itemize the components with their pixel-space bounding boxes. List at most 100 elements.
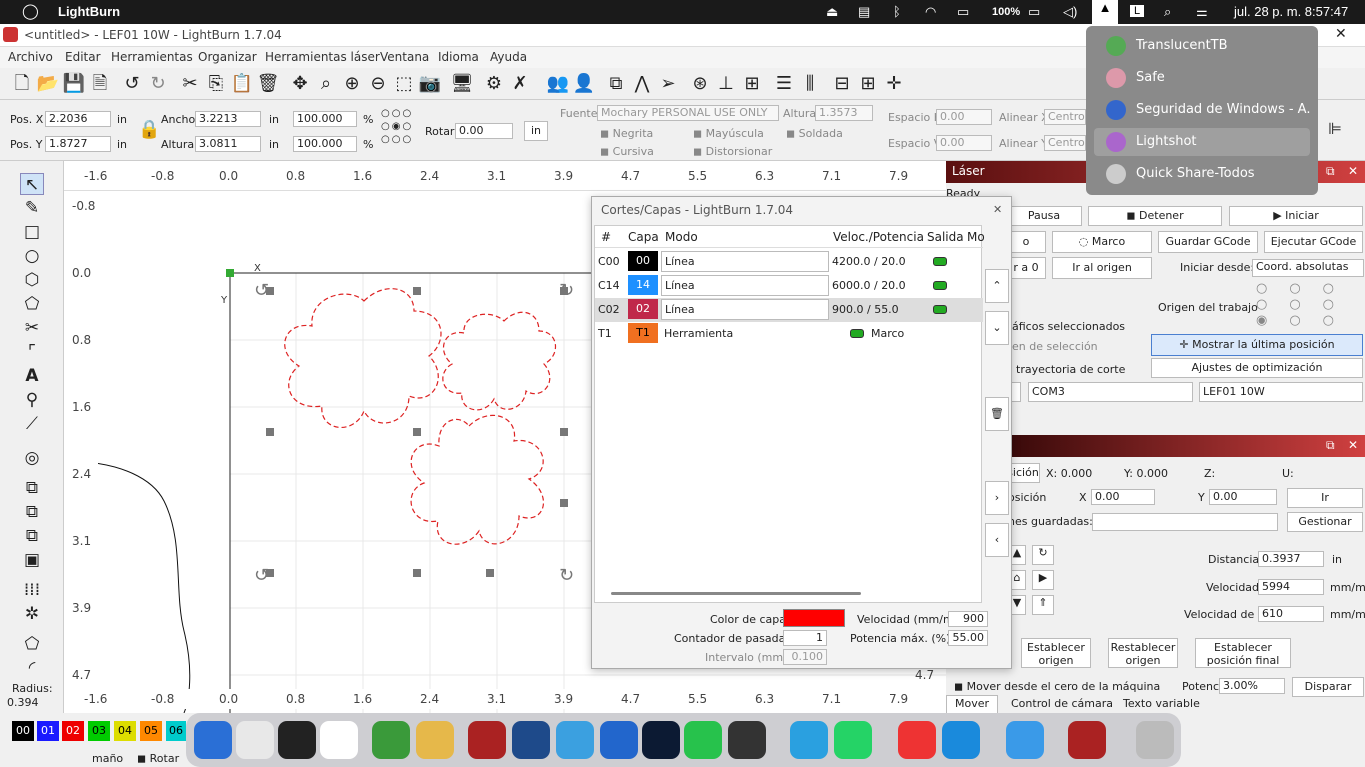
app-draw-icon[interactable] xyxy=(684,721,722,759)
frame-rect-button[interactable]: o xyxy=(1006,231,1046,253)
mode-select[interactable]: Línea xyxy=(661,251,829,272)
close-icon[interactable]: ✕ xyxy=(1348,164,1358,178)
control-center-icon[interactable]: ⚌ xyxy=(1196,4,1208,20)
move-down-icon[interactable]: ⌄ xyxy=(985,311,1009,345)
text-tool-icon[interactable]: A xyxy=(20,365,44,387)
max-power-field[interactable]: 55.00 xyxy=(948,630,988,646)
table-row[interactable]: C14 14 Línea 6000.0 / 20.0 xyxy=(595,274,983,298)
job-origin-grid[interactable]: ○○○ ○○○ ◉○○ xyxy=(1256,281,1365,329)
menu-ayuda[interactable]: Ayuda xyxy=(490,50,527,64)
unit-toggle-button[interactable]: in xyxy=(524,121,548,141)
radius-field[interactable]: 0.394 xyxy=(4,696,58,712)
jog-home-refresh-icon[interactable]: ↻ xyxy=(1032,545,1054,565)
app-green-icon[interactable] xyxy=(372,721,410,759)
corner-radius-icon[interactable]: ◜ xyxy=(20,657,44,679)
grid-array-icon[interactable]: ⁞⁞⁞ xyxy=(20,579,44,601)
tray-item-lightshot[interactable]: Lightshot xyxy=(1094,128,1310,156)
save-gcode-button[interactable]: Guardar GCode xyxy=(1158,231,1258,253)
undock-icon[interactable]: ⧉ xyxy=(1326,438,1335,453)
align-center-icon[interactable]: ⊞ xyxy=(740,72,764,96)
alignx-select[interactable]: Centro xyxy=(1044,109,1086,125)
hspace-field[interactable]: 0.00 xyxy=(936,109,992,125)
rectangle-tool-icon[interactable]: □ xyxy=(20,221,44,243)
inkscape-icon[interactable] xyxy=(728,721,766,759)
palette-swatch[interactable]: 02 xyxy=(62,721,84,741)
output-toggle[interactable] xyxy=(933,257,947,266)
layer-color-swatch[interactable] xyxy=(783,609,845,627)
app-image-icon[interactable] xyxy=(416,721,454,759)
start-from-select[interactable]: Coord. absolutas xyxy=(1252,259,1364,277)
boolean-sub-icon[interactable]: ⧉ xyxy=(20,501,44,523)
italic-toggle[interactable]: ◼ Cursiva xyxy=(600,145,654,158)
distribute-v-icon[interactable]: ⫼ xyxy=(798,72,822,96)
z-speed-field[interactable]: 610 xyxy=(1258,606,1324,622)
frame-button[interactable]: ◌ Marco xyxy=(1052,231,1152,253)
output-toggle[interactable] xyxy=(933,281,947,290)
finder-icon[interactable] xyxy=(1006,721,1044,759)
anchor-grid[interactable]: ○○○ ○◉○ ○○○ xyxy=(381,107,423,146)
wifi-icon[interactable]: ◠ xyxy=(925,4,936,20)
collapse-left-icon[interactable]: ‹ xyxy=(985,523,1009,557)
alt-field[interactable]: 1.3573 xyxy=(815,105,873,121)
cut-shape-icon[interactable]: ✂ xyxy=(20,317,44,339)
pause-button[interactable]: Pausa xyxy=(1006,206,1082,226)
zoom-fit-icon[interactable]: ⬚ xyxy=(392,72,416,96)
boolean-union-icon[interactable]: ⧉ xyxy=(20,477,44,499)
calendar-icon[interactable] xyxy=(320,721,358,759)
search-icon[interactable]: ⌕ xyxy=(1164,4,1171,20)
output-toggle[interactable] xyxy=(933,305,947,314)
mode-select[interactable]: Línea xyxy=(661,275,829,296)
flip-h-icon[interactable]: ⧉ xyxy=(604,72,628,96)
align-icon[interactable]: ⊥ xyxy=(714,72,738,96)
move-y-field[interactable]: 0.00 xyxy=(1209,489,1277,505)
select-tool-icon[interactable]: ↖ xyxy=(20,173,44,195)
zoom-in-icon[interactable]: ⊕ xyxy=(340,72,364,96)
fire-button[interactable]: Disparar xyxy=(1292,677,1364,697)
telegram-icon[interactable] xyxy=(790,721,828,759)
new-file-icon[interactable]: 🗋 xyxy=(10,72,34,96)
circular-array-icon[interactable]: ✲ xyxy=(20,603,44,625)
tray-item-quick-share[interactable]: Quick Share-Todos xyxy=(1094,160,1310,188)
table-row[interactable]: C02 02 Línea 900.0 / 55.0 xyxy=(595,298,983,322)
lightburn-icon[interactable] xyxy=(468,721,506,759)
distance-field[interactable]: 0.3937 xyxy=(1258,551,1324,567)
tools-icon[interactable]: ✗ xyxy=(508,72,532,96)
photoshop-icon[interactable] xyxy=(642,721,680,759)
screen-icon[interactable]: ▭ xyxy=(957,4,969,20)
layer-swatch[interactable]: 02 xyxy=(628,299,658,319)
panel-toggle-icon[interactable]: ⊫ xyxy=(1328,119,1342,138)
export-icon[interactable]: 🗎 xyxy=(88,72,112,96)
menu-organizar[interactable]: Organizar xyxy=(198,50,257,64)
scale-w-field[interactable]: 100.000 xyxy=(293,111,357,127)
tray-icon[interactable]: ▲ xyxy=(1092,0,1118,24)
users-icon[interactable]: 👥 xyxy=(546,72,570,96)
jog-z-up-icon[interactable]: ⇑ xyxy=(1032,595,1054,615)
aligny-select[interactable]: Centro xyxy=(1044,135,1086,151)
layer-swatch[interactable]: 00 xyxy=(628,251,658,271)
palette-swatch[interactable]: 06 xyxy=(166,721,186,741)
pin-tool-icon[interactable]: ⚲ xyxy=(20,389,44,411)
launchpad-icon[interactable] xyxy=(236,721,274,759)
trash-icon[interactable] xyxy=(1136,721,1174,759)
move-x-field[interactable]: 0.00 xyxy=(1091,489,1155,505)
layer-speed-field[interactable]: 900 xyxy=(948,611,988,627)
speed-field[interactable]: 5994 xyxy=(1258,579,1324,595)
table-row[interactable]: C00 00 Línea 4200.0 / 20.0 xyxy=(595,250,983,274)
saved-positions-select[interactable] xyxy=(1092,513,1278,531)
jog-right-icon[interactable]: ▶ xyxy=(1032,570,1054,590)
save-icon[interactable]: 💾 xyxy=(62,72,86,96)
fe-app-icon[interactable] xyxy=(512,721,550,759)
pen-tool-icon[interactable]: ✎ xyxy=(20,197,44,219)
horizontal-scrollbar[interactable] xyxy=(611,592,861,595)
passes-field[interactable]: 1 xyxy=(783,630,827,646)
frame-toggle[interactable] xyxy=(850,329,864,338)
display-icon[interactable]: ▤ xyxy=(858,4,870,20)
crop-icon[interactable]: ⌜ xyxy=(20,341,44,363)
rotate-shape-icon[interactable]: ⬠ xyxy=(20,633,44,655)
settings-icon[interactable]: ⚙ xyxy=(482,72,506,96)
boolean-int-icon[interactable]: ⧉ xyxy=(20,525,44,547)
caps-toggle[interactable]: ◼ Mayúscula xyxy=(693,127,764,140)
goto-zero-button[interactable]: r a 0 xyxy=(1006,257,1046,279)
manage-button[interactable]: Gestionar xyxy=(1287,512,1363,532)
palette-swatch[interactable]: 05 xyxy=(140,721,162,741)
